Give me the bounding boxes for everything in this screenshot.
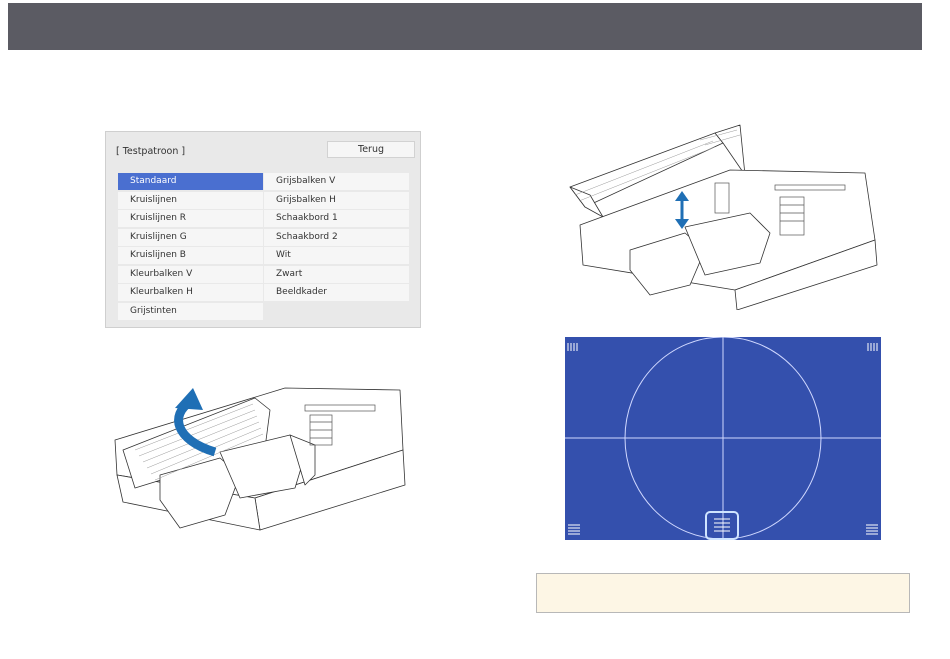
menu-item-wit[interactable]: Wit: [264, 247, 409, 264]
menu-item-kleurbalken-v[interactable]: Kleurbalken V: [118, 265, 263, 283]
header-bar: [8, 3, 922, 50]
menu-item-grijsbalken-v[interactable]: Grijsbalken V: [264, 173, 409, 190]
menu-item-schaakbord-1[interactable]: Schaakbord 1: [264, 210, 409, 227]
menu-item-beeldkader[interactable]: Beeldkader: [264, 284, 409, 301]
menu-item-grijsbalken-h[interactable]: Grijsbalken H: [264, 191, 409, 209]
menu-column-left: Standaard Kruislijnen Kruislijnen R Krui…: [118, 173, 263, 321]
note-box: [536, 573, 910, 613]
menu-item-kruislijnen-r[interactable]: Kruislijnen R: [118, 210, 263, 227]
arrow-head-icon: [175, 388, 203, 410]
projector-adjustment-illustration: [569, 124, 878, 310]
back-button[interactable]: Terug: [327, 141, 415, 158]
menu-item-standaard[interactable]: Standaard: [118, 173, 263, 190]
test-pattern-image: [565, 337, 881, 540]
menu-item-kruislijnen[interactable]: Kruislijnen: [118, 191, 263, 209]
menu-item-kleurbalken-h[interactable]: Kleurbalken H: [118, 284, 263, 301]
test-pattern-menu: [ Testpatroon ] Terug Standaard Kruislij…: [105, 131, 421, 328]
projector-cover-open-illustration: [114, 387, 406, 531]
menu-item-kruislijnen-g[interactable]: Kruislijnen G: [118, 228, 263, 246]
menu-item-schaakbord-2[interactable]: Schaakbord 2: [264, 228, 409, 246]
menu-title: [ Testpatroon ]: [116, 146, 186, 157]
menu-item-zwart[interactable]: Zwart: [264, 265, 409, 283]
menu-item-grijstinten[interactable]: Grijstinten: [118, 302, 263, 320]
menu-column-right: Grijsbalken V Grijsbalken H Schaakbord 1…: [264, 173, 409, 303]
menu-item-kruislijnen-b[interactable]: Kruislijnen B: [118, 247, 263, 264]
